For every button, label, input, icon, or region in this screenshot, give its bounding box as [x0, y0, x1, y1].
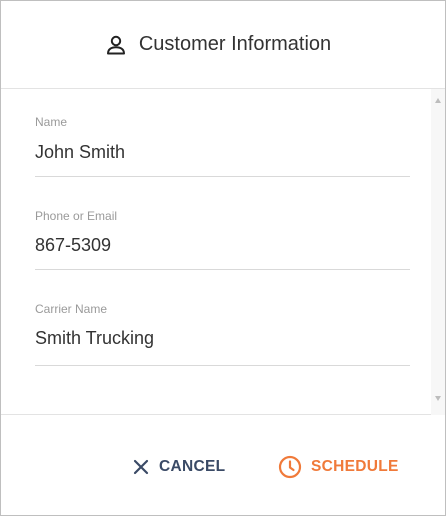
vertical-scrollbar[interactable]	[431, 89, 445, 415]
dialog-title-group: Customer Information	[105, 33, 331, 56]
name-field-value[interactable]: John Smith	[35, 142, 125, 163]
dialog-header: Customer Information	[1, 1, 445, 89]
scroll-up-arrow-icon[interactable]	[435, 98, 441, 103]
name-field[interactable]: Name John Smith	[35, 89, 410, 177]
dialog-body: Name John Smith Phone or Email 867-5309 …	[1, 89, 445, 415]
phone-or-email-field-label: Phone or Email	[35, 209, 118, 223]
schedule-button[interactable]: SCHEDULE	[278, 453, 399, 481]
clock-icon	[278, 455, 302, 479]
customer-information-dialog: Customer Information Name John Smith Pho…	[0, 0, 446, 516]
close-icon	[132, 458, 150, 476]
phone-or-email-field-value[interactable]: 867-5309	[35, 235, 111, 256]
carrier-name-field[interactable]: Carrier Name Smith Trucking	[35, 269, 410, 366]
scroll-down-arrow-icon[interactable]	[435, 396, 441, 401]
scrollbar-thumb[interactable]	[431, 89, 445, 415]
schedule-button-label: SCHEDULE	[311, 458, 399, 475]
user-icon	[105, 34, 127, 56]
dialog-footer: CANCEL SCHEDULE	[1, 415, 445, 515]
dialog-title: Customer Information	[138, 33, 332, 55]
carrier-name-field-value[interactable]: Smith Trucking	[35, 328, 154, 349]
carrier-name-field-label: Carrier Name	[35, 302, 108, 316]
name-field-label: Name	[35, 115, 68, 129]
phone-or-email-field[interactable]: Phone or Email 867-5309	[35, 176, 410, 270]
cancel-button[interactable]: CANCEL	[132, 453, 225, 481]
cancel-button-label: CANCEL	[159, 458, 226, 475]
